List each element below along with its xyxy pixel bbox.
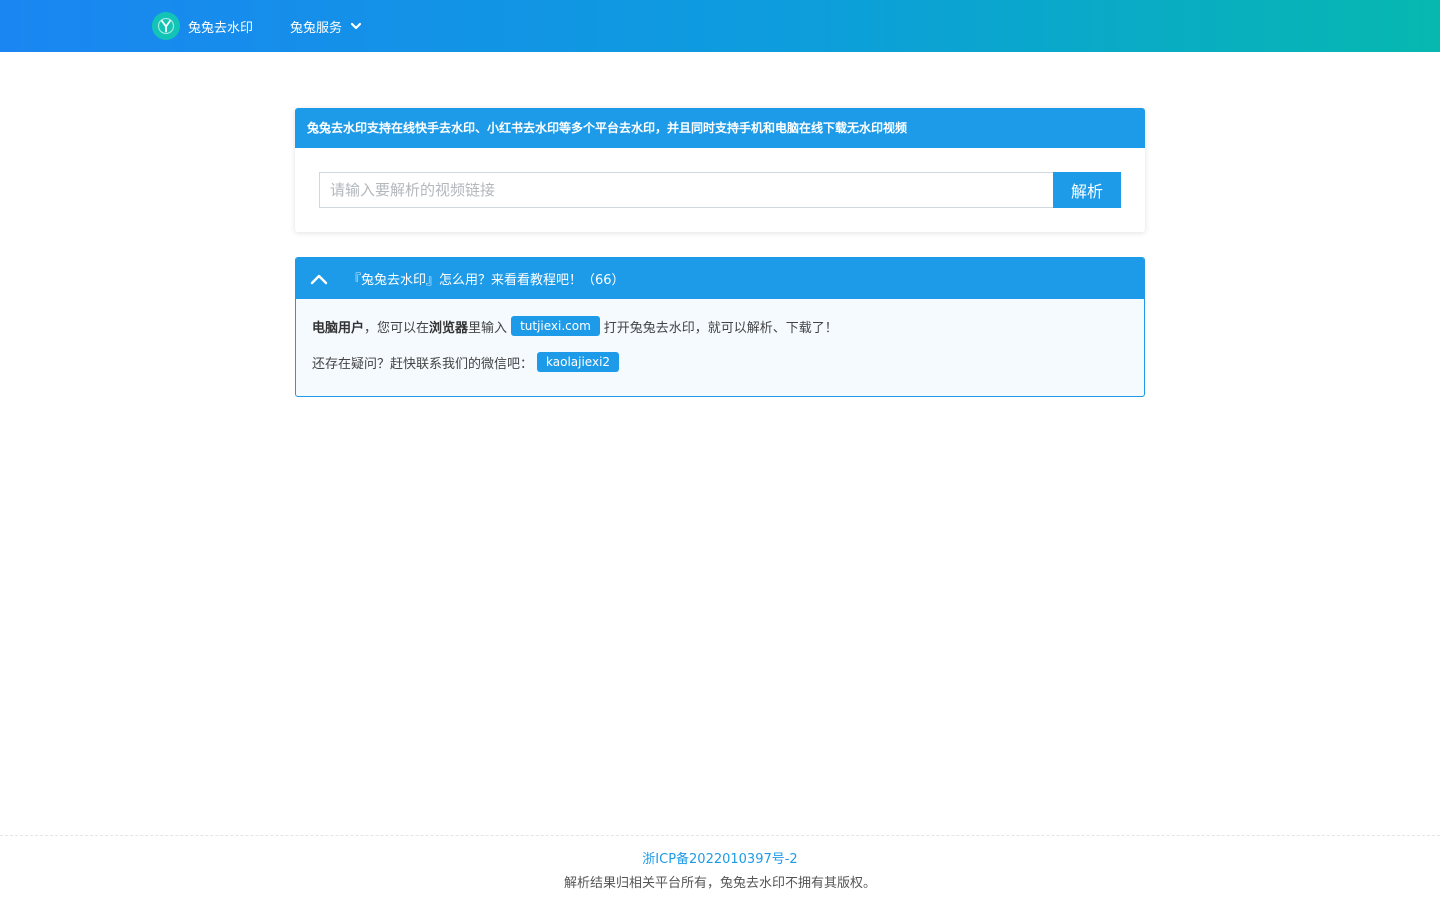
parse-card: 兔兔去水印支持在线快手去水印、小红书去水印等多个平台去水印，并且同时支持手机和电… xyxy=(295,108,1145,232)
video-link-input[interactable] xyxy=(319,172,1053,208)
tutorial-line-wechat: 还存在疑问？赶快联系我们的微信吧： kaolajiexi2 xyxy=(312,347,1128,377)
tutorial-panel: 『兔兔去水印』怎么用？来看看教程吧！（66） 电脑用户 ，您可以在 浏览器 里输… xyxy=(295,257,1145,397)
tutorial-line-browser: 电脑用户 ，您可以在 浏览器 里输入 tutjiexi.com 打开兔兔去水印，… xyxy=(312,311,1128,341)
icp-link[interactable]: 浙ICP备2022010397号-2 xyxy=(0,848,1440,867)
wechat-id-tag[interactable]: kaolajiexi2 xyxy=(537,352,620,372)
chevron-up-icon xyxy=(310,274,328,284)
top-navbar: 兔兔去水印 兔兔服务 xyxy=(0,0,1440,52)
brand-name: 兔兔去水印 xyxy=(188,20,254,36)
bold-browser: 浏览器 xyxy=(429,320,469,336)
footer: 浙ICP备2022010397号-2 解析结果归相关平台所有，兔兔去水印不拥有其… xyxy=(0,835,1440,901)
tutorial-body: 电脑用户 ，您可以在 浏览器 里输入 tutjiexi.com 打开兔兔去水印，… xyxy=(296,299,1144,377)
brand-link[interactable]: 兔兔去水印 xyxy=(152,12,253,40)
tutorial-text: ，您可以在 xyxy=(364,320,430,336)
chevron-down-icon xyxy=(350,22,362,30)
tutorial-text: 里输入 xyxy=(468,320,508,336)
search-row: 解析 xyxy=(319,172,1121,208)
tutorial-title: 『兔兔去水印』怎么用？来看看教程吧！（66） xyxy=(348,273,625,288)
services-menu[interactable]: 兔兔服务 xyxy=(290,12,362,40)
services-menu-label: 兔兔服务 xyxy=(290,20,343,36)
parse-card-title: 兔兔去水印支持在线快手去水印、小红书去水印等多个平台去水印，并且同时支持手机和电… xyxy=(295,108,1145,148)
y-letter-logo-icon xyxy=(152,12,180,40)
bold-pc-user: 电脑用户 xyxy=(312,320,365,336)
parse-button[interactable]: 解析 xyxy=(1053,172,1121,208)
copyright-text: 解析结果归相关平台所有，兔兔去水印不拥有其版权。 xyxy=(563,876,876,891)
site-url-tag[interactable]: tutjiexi.com xyxy=(511,316,600,336)
tutorial-panel-header[interactable]: 『兔兔去水印』怎么用？来看看教程吧！（66） xyxy=(296,258,1144,299)
tutorial-text: 打开兔兔去水印，就可以解析、下载了！ xyxy=(603,320,838,336)
tutorial-text: 还存在疑问？赶快联系我们的微信吧： xyxy=(312,356,534,372)
